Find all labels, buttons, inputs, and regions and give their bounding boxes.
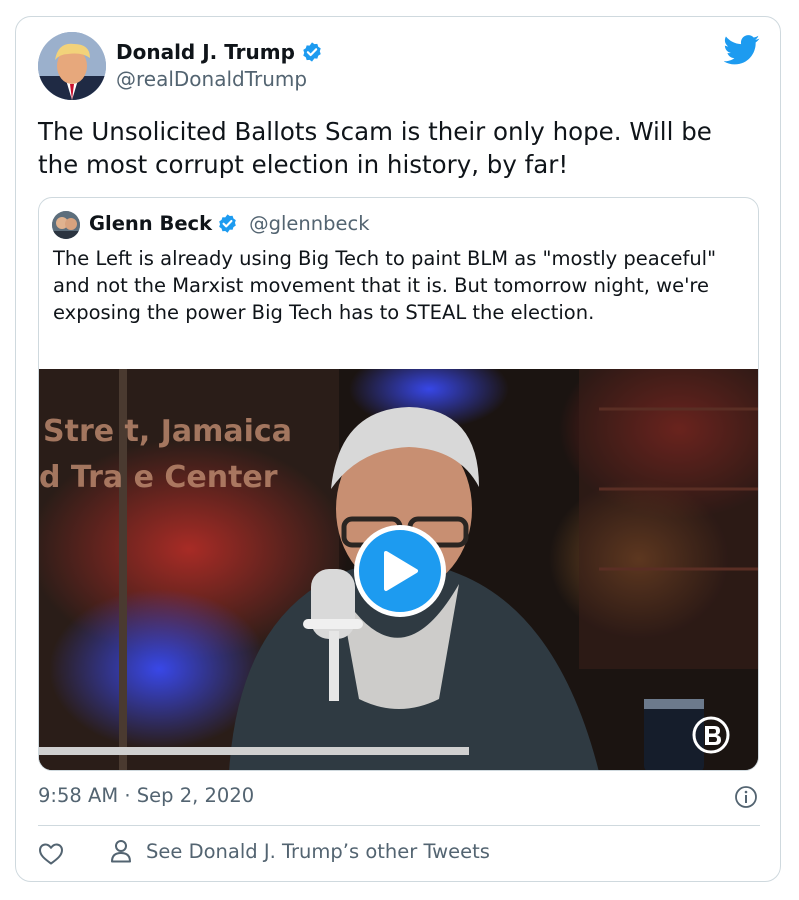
blaze-logo-icon	[692, 716, 730, 754]
divider	[38, 825, 760, 826]
see-other-tweets-link[interactable]: See Donald J. Trump’s other Tweets	[110, 839, 490, 863]
author-handle[interactable]: @realDonaldTrump	[116, 67, 307, 91]
author-name[interactable]: Donald J. Trump	[116, 40, 295, 64]
author-name-row[interactable]: Donald J. Trump	[116, 40, 323, 64]
verified-badge-icon	[303, 42, 321, 62]
twitter-bird-icon[interactable]	[724, 35, 760, 65]
quoted-author-handle[interactable]: @glennbeck	[249, 212, 369, 235]
see-other-tweets-label[interactable]: See Donald J. Trump’s other Tweets	[146, 840, 490, 863]
quoted-tweet[interactable]: Glenn Beck @glennbeck The Left is alread…	[38, 197, 759, 771]
author-avatar[interactable]	[38, 32, 106, 100]
background-sign-line-1: Stre t, Jamaica	[43, 414, 292, 449]
quoted-author-avatar[interactable]	[52, 211, 80, 239]
tweet-text: The Unsolicited Ballots Scam is their on…	[38, 117, 712, 179]
tweet-card: Donald J. Trump @realDonaldTrump The Uns…	[15, 16, 781, 882]
video-media[interactable]: Stre t, Jamaica d Tra e Center	[39, 369, 758, 770]
heart-icon[interactable]	[38, 842, 64, 866]
verified-badge-icon	[219, 214, 236, 233]
play-button[interactable]	[354, 525, 446, 617]
person-icon	[111, 840, 131, 863]
play-icon	[384, 551, 418, 591]
info-icon[interactable]	[734, 785, 758, 809]
quoted-author-row[interactable]: Glenn Beck @glennbeck	[89, 212, 370, 235]
tweet-timestamp[interactable]: 9:58 AM · Sep 2, 2020	[38, 784, 254, 807]
quoted-author-name[interactable]: Glenn Beck	[89, 212, 212, 235]
quoted-tweet-text: The Left is already using Big Tech to pa…	[53, 247, 717, 324]
background-sign-line-2: d Tra e Center	[39, 460, 278, 495]
